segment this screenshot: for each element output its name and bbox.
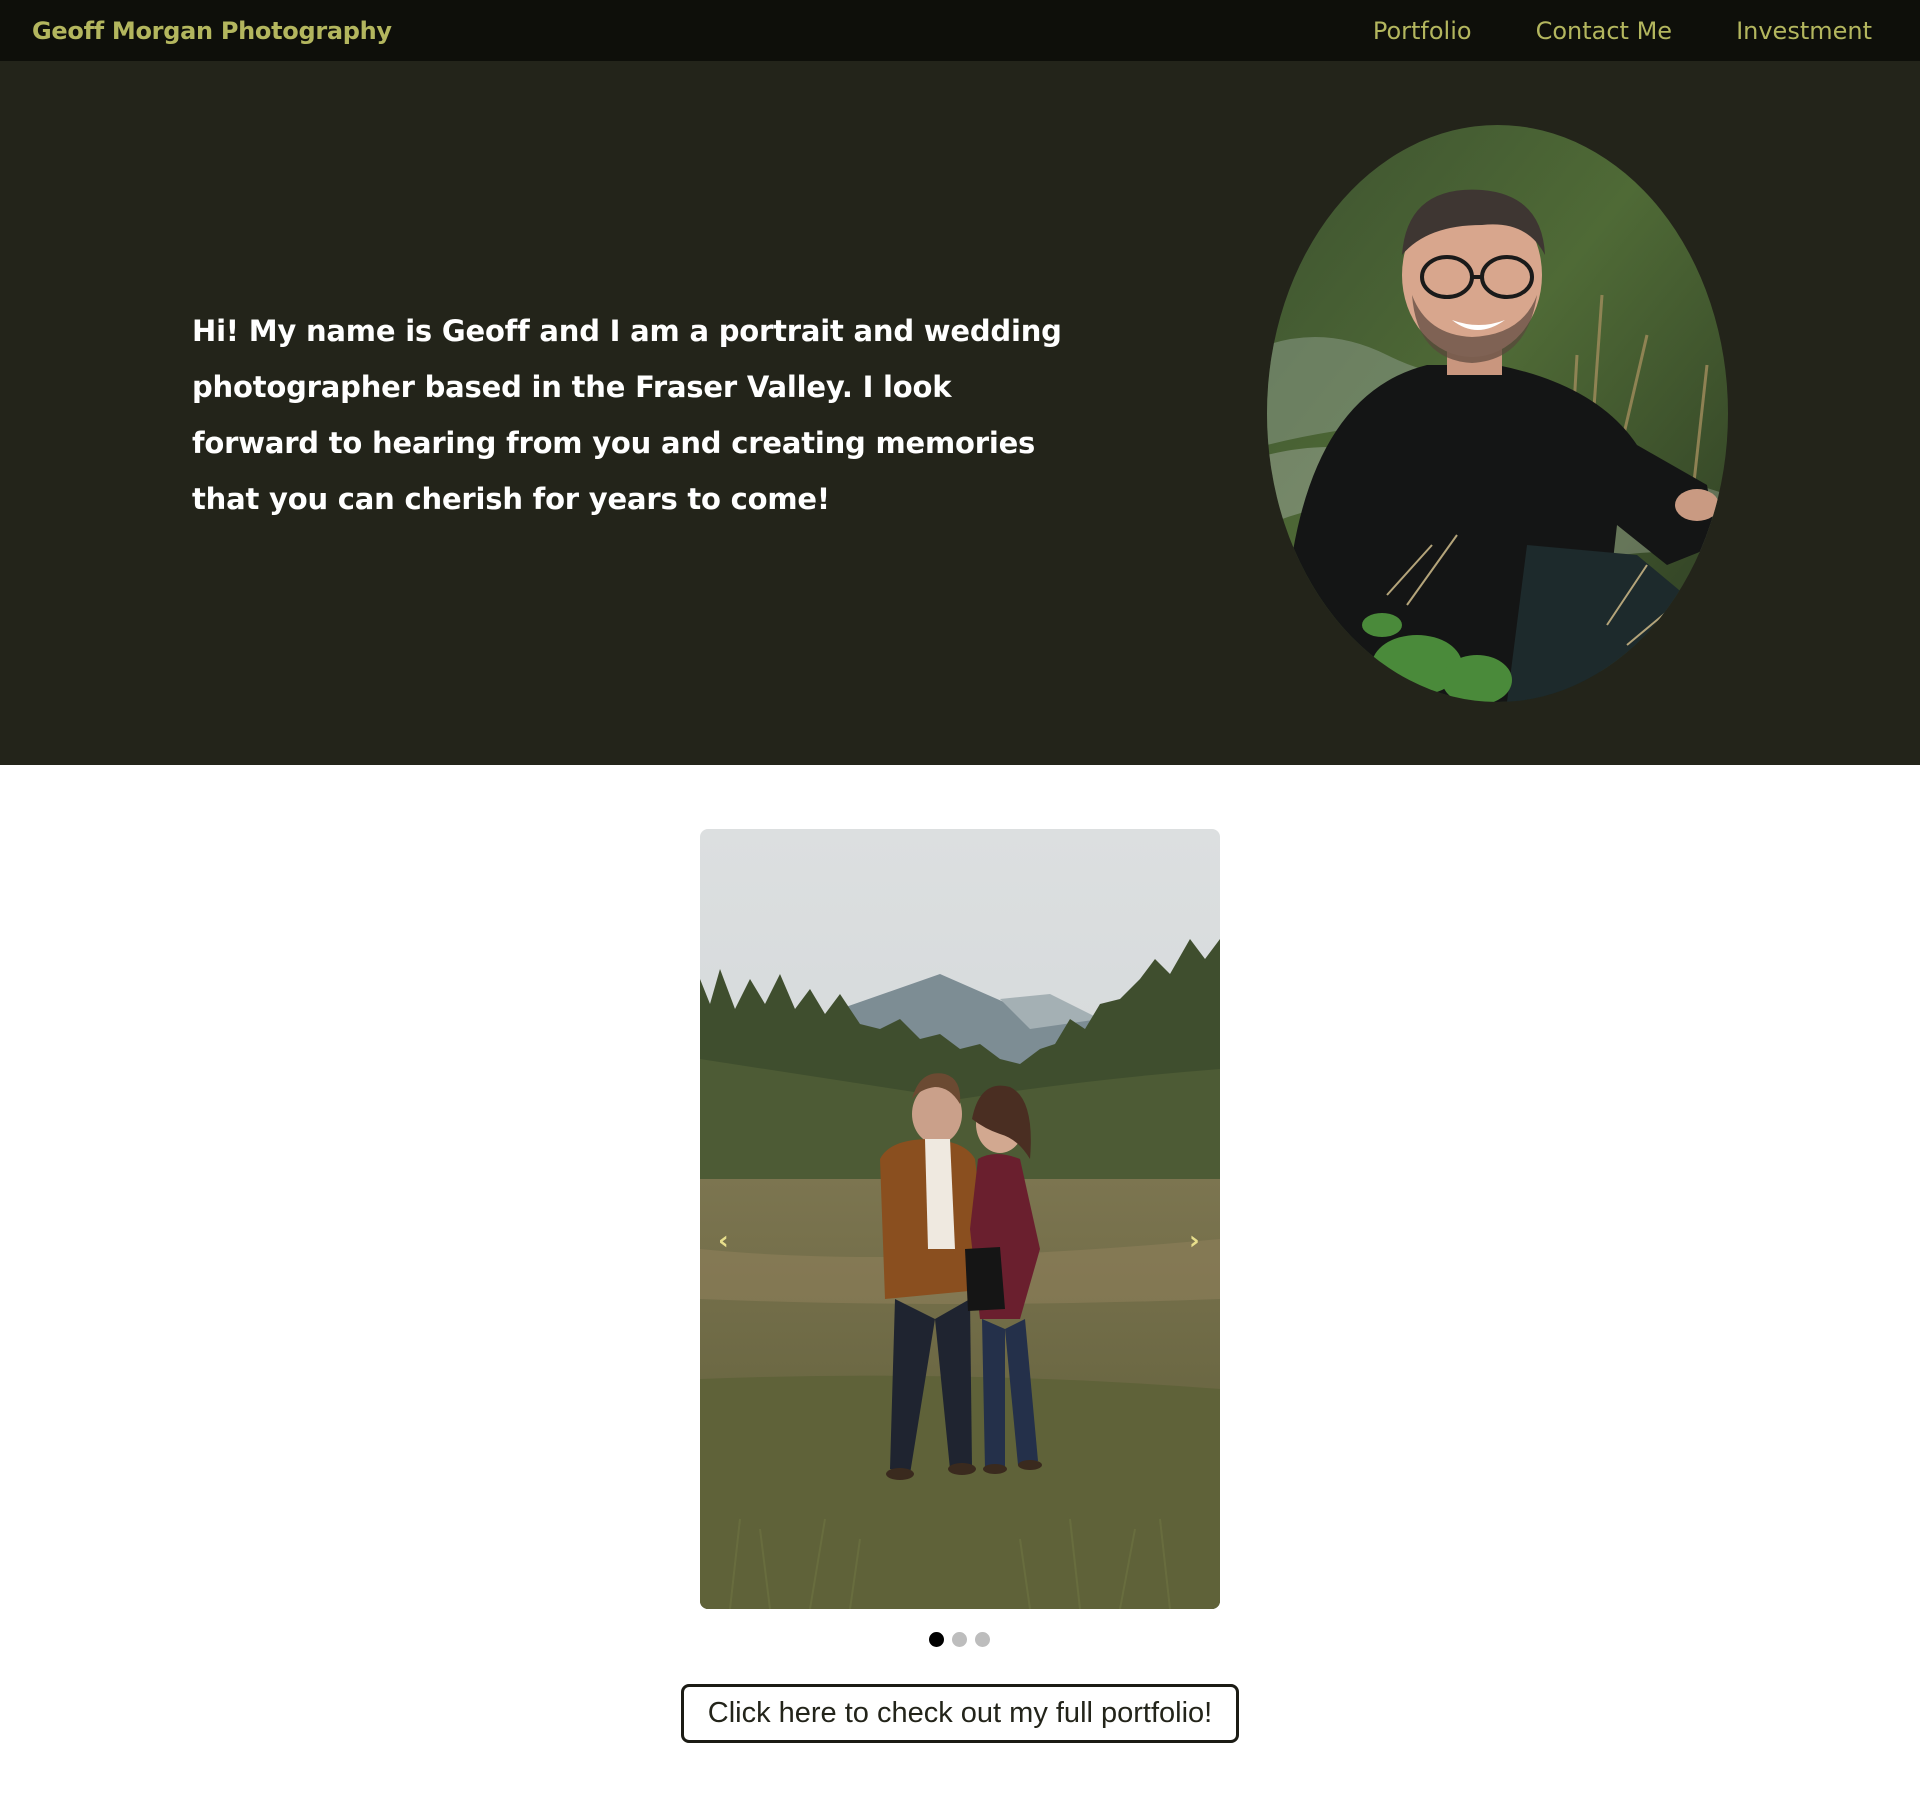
carousel-dot-3[interactable] — [975, 1632, 990, 1647]
portfolio-carousel — [700, 829, 1220, 1609]
nav-link-investment[interactable]: Investment — [1736, 17, 1872, 45]
nav-links: Portfolio Contact Me Investment — [1309, 17, 1872, 45]
nav-link-portfolio[interactable]: Portfolio — [1373, 17, 1472, 45]
hero-section: Hi! My name is Geoff and I am a portrait… — [0, 61, 1920, 765]
carousel-next-button[interactable]: › — [1189, 1228, 1200, 1254]
top-navbar: Geoff Morgan Photography Portfolio Conta… — [0, 0, 1920, 61]
intro-text: Hi! My name is Geoff and I am a portrait… — [192, 314, 1062, 516]
nav-link-contact[interactable]: Contact Me — [1536, 17, 1672, 45]
portrait-image — [1267, 125, 1728, 702]
carousel-dot-2[interactable] — [952, 1632, 967, 1647]
portrait-photo — [1267, 125, 1728, 702]
brand-link[interactable]: Geoff Morgan Photography — [32, 17, 392, 45]
carousel-indicators — [929, 1632, 990, 1647]
full-portfolio-button[interactable]: Click here to check out my full portfoli… — [681, 1684, 1239, 1743]
carousel-dot-1[interactable] — [929, 1632, 944, 1647]
carousel-prev-button[interactable]: ‹ — [718, 1228, 729, 1254]
carousel-slide-image — [700, 829, 1220, 1609]
